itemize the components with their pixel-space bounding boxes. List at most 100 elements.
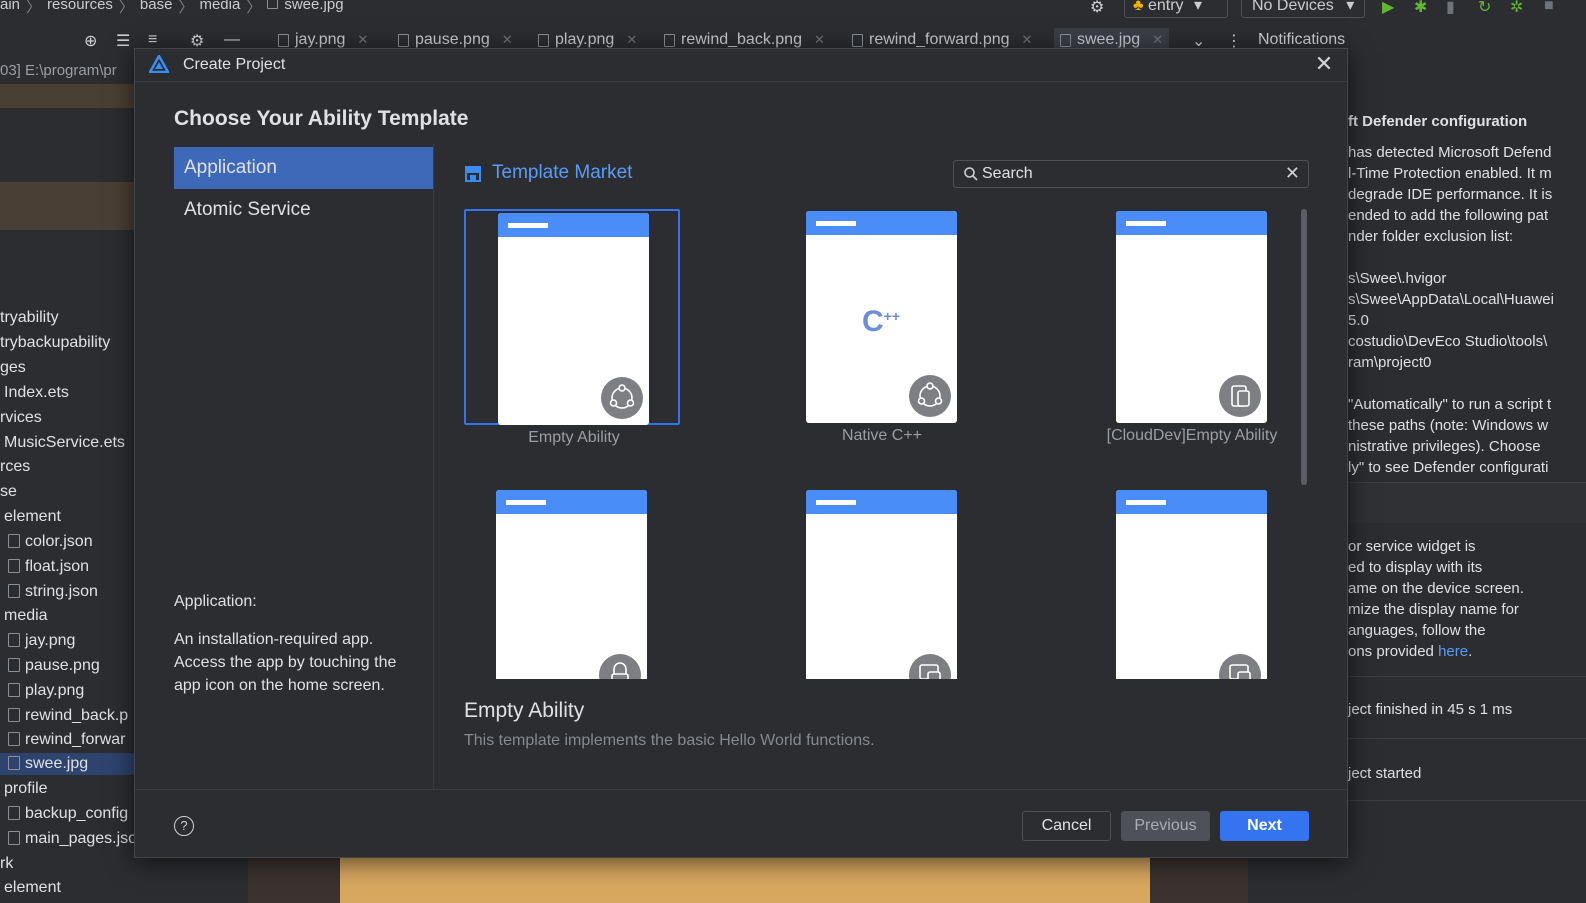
tab-pause[interactable]: pause.png ✕ bbox=[398, 31, 513, 49]
tree-item[interactable]: play.png bbox=[0, 680, 84, 702]
tree-item[interactable]: rk bbox=[0, 853, 13, 875]
tree-item[interactable]: element bbox=[0, 506, 61, 528]
template-card-native-cpp[interactable]: C++ Native C++ bbox=[774, 209, 990, 444]
tree-item[interactable]: float.json bbox=[0, 556, 89, 578]
run-config-select[interactable]: ♣ entry ▾ bbox=[1124, 0, 1228, 18]
run-icon[interactable]: ▶ bbox=[1382, 0, 1394, 17]
breadcrumb-item[interactable]: media bbox=[199, 0, 240, 17]
category-atomic-service[interactable]: Atomic Service bbox=[174, 189, 433, 231]
search-input[interactable] bbox=[982, 164, 1272, 184]
tree-item[interactable]: main_pages.jso bbox=[0, 828, 134, 850]
device-select[interactable]: No Devices ▾ bbox=[1241, 0, 1365, 18]
collapse-all-icon[interactable]: ≡ bbox=[148, 31, 157, 49]
close-icon[interactable]: ✕ bbox=[1022, 32, 1033, 48]
template-card-empty-ability[interactable]: Empty Ability bbox=[464, 209, 680, 446]
description-title: Application: bbox=[174, 593, 257, 610]
notification-text: degrade IDE performance. It is bbox=[1348, 186, 1553, 203]
notification-text: or service widget is bbox=[1348, 538, 1476, 555]
device-widget-icon bbox=[909, 654, 951, 679]
tree-item-label: float.json bbox=[25, 558, 90, 575]
tree-item[interactable]: jay.png bbox=[0, 630, 75, 652]
reload-icon[interactable]: ↻ bbox=[1478, 0, 1491, 17]
template-scrollbar[interactable] bbox=[1301, 209, 1307, 485]
template-preview bbox=[496, 490, 647, 679]
tree-item[interactable]: tryability bbox=[0, 307, 59, 329]
tab-play[interactable]: play.png ✕ bbox=[538, 31, 637, 49]
tree-item[interactable]: media bbox=[0, 605, 48, 627]
notification-text: mize the display name for bbox=[1348, 601, 1519, 618]
dialog-title: Create Project bbox=[183, 56, 286, 73]
tree-item[interactable]: pause.png bbox=[0, 655, 100, 677]
tree-item[interactable]: MusicService.ets bbox=[0, 432, 125, 454]
close-icon[interactable]: ✕ bbox=[1152, 32, 1163, 48]
locate-icon[interactable]: ⊕ bbox=[84, 31, 97, 51]
notification-text: nder folder exclusion list: bbox=[1348, 228, 1514, 245]
notification-text: "Automatically" to run a script t bbox=[1348, 396, 1552, 413]
tab-label: pause.png bbox=[415, 31, 490, 48]
template-market-link[interactable]: Template Market bbox=[464, 162, 632, 184]
tree-item-selected[interactable]: swee.jpg bbox=[0, 753, 134, 775]
tree-item[interactable]: string.json bbox=[0, 581, 98, 603]
tree-item[interactable]: Index.ets bbox=[0, 382, 69, 404]
template-card[interactable] bbox=[774, 488, 990, 679]
image-file-icon bbox=[8, 683, 20, 697]
image-file-icon bbox=[267, 0, 279, 9]
image-file-icon bbox=[8, 708, 20, 722]
tree-item[interactable]: color.json bbox=[0, 531, 93, 553]
close-icon[interactable]: ✕ bbox=[814, 32, 825, 48]
expand-all-icon[interactable]: ☰ bbox=[116, 31, 130, 51]
debug-icon[interactable]: ✱ bbox=[1414, 0, 1427, 17]
apply-changes-icon[interactable]: ✲ bbox=[1510, 0, 1523, 17]
minimize-icon[interactable]: — bbox=[224, 31, 240, 49]
image-file-icon bbox=[1060, 33, 1071, 47]
image-file-icon bbox=[852, 33, 863, 47]
breadcrumb-item[interactable]: swee.jpg bbox=[284, 0, 343, 17]
help-icon[interactable]: ? bbox=[174, 816, 194, 836]
close-icon[interactable]: ✕ bbox=[502, 32, 513, 48]
template-card-clouddev-empty-ability[interactable]: [CloudDev]Empty Ability bbox=[1084, 209, 1300, 444]
close-icon[interactable]: ✕ bbox=[357, 32, 368, 48]
tree-item[interactable]: profile bbox=[0, 778, 48, 800]
next-button[interactable]: Next bbox=[1220, 811, 1309, 841]
divider bbox=[1346, 738, 1586, 739]
template-card[interactable] bbox=[464, 488, 680, 679]
tab-rewind-forward[interactable]: rewind_forward.png ✕ bbox=[852, 31, 1032, 49]
search-box[interactable]: ✕ bbox=[953, 160, 1309, 188]
breadcrumb-item[interactable]: ain bbox=[0, 0, 20, 17]
template-label: Native C++ bbox=[841, 427, 923, 444]
category-application[interactable]: Application bbox=[174, 147, 433, 189]
tree-item[interactable]: trybackupability bbox=[0, 332, 110, 354]
chevron-down-icon: ▾ bbox=[1193, 0, 1203, 14]
tree-item[interactable]: rvices bbox=[0, 407, 42, 429]
tab-jay[interactable]: jay.png ✕ bbox=[278, 31, 368, 49]
tree-item[interactable]: rces bbox=[0, 456, 30, 478]
lock-icon bbox=[599, 654, 641, 679]
tree-item-label: rewind_forwar bbox=[25, 731, 126, 748]
close-icon[interactable]: ✕ bbox=[1313, 53, 1335, 75]
here-link[interactable]: here bbox=[1438, 643, 1468, 660]
notification-text: ame on the device screen. bbox=[1348, 580, 1524, 597]
settings-target-icon[interactable]: ⚙ bbox=[1090, 0, 1104, 17]
clear-icon[interactable]: ✕ bbox=[1285, 163, 1300, 184]
category-panel: Application Atomic Service Application: … bbox=[135, 144, 434, 789]
json-file-icon bbox=[8, 559, 20, 573]
breadcrumb-item[interactable]: base bbox=[140, 0, 173, 17]
attach-debugger-icon[interactable]: ▮ bbox=[1446, 0, 1455, 17]
close-icon[interactable]: ✕ bbox=[626, 32, 637, 48]
notifications-tab[interactable]: Notifications bbox=[1258, 31, 1345, 49]
cancel-button[interactable]: Cancel bbox=[1022, 811, 1111, 841]
notification-text: ject started bbox=[1348, 765, 1422, 782]
tree-item[interactable]: rewind_back.p bbox=[0, 705, 128, 727]
breadcrumb-item[interactable]: resources bbox=[47, 0, 113, 17]
stop-icon[interactable]: ■ bbox=[1544, 0, 1554, 15]
previous-button[interactable]: Previous bbox=[1121, 811, 1210, 841]
tree-item[interactable]: ges bbox=[0, 357, 26, 379]
tree-item[interactable]: backup_config bbox=[0, 803, 128, 825]
tab-rewind-back[interactable]: rewind_back.png ✕ bbox=[664, 31, 825, 49]
tree-item[interactable]: rewind_forwar bbox=[0, 729, 125, 751]
tree-item[interactable]: se bbox=[0, 481, 17, 503]
tree-item[interactable]: element bbox=[0, 877, 61, 899]
notification-gap bbox=[1346, 483, 1586, 523]
template-card[interactable] bbox=[1084, 488, 1300, 679]
image-file-icon bbox=[664, 33, 675, 47]
